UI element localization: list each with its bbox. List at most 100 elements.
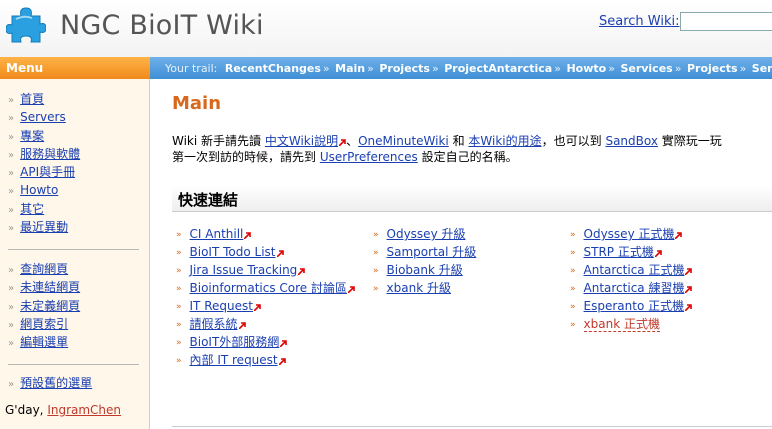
- sidebar-link[interactable]: Servers: [20, 110, 66, 124]
- list-item: » CI Anthill: [176, 225, 355, 243]
- sidebar-item: » 其它: [8, 200, 80, 218]
- breadcrumb-trail: Your trail: RecentChanges » Main » Project…: [150, 57, 772, 79]
- quick-links-column-3: » Odyssey 正式機 » STRP 正式機 » Antarctica 正式機 »…: [570, 225, 693, 333]
- intro-text: 設定自己的名稱。: [417, 150, 518, 164]
- bullet-icon: »: [8, 301, 15, 313]
- bullet-icon: »: [8, 186, 15, 198]
- sidebar-item: » 首頁: [8, 90, 80, 108]
- trail-label: Your trail:: [165, 62, 218, 75]
- intro-text: 、: [346, 134, 359, 148]
- sidebar-link[interactable]: 服務與軟體: [20, 147, 80, 161]
- search-input[interactable]: [680, 12, 772, 31]
- bullet-icon: »: [8, 379, 15, 390]
- header: NGC BioIT Wiki Search Wiki:: [0, 0, 772, 57]
- external-link-icon: [675, 232, 683, 239]
- trail-item[interactable]: Howto: [566, 62, 606, 75]
- missing-page-link[interactable]: xbank 正式機: [583, 317, 660, 332]
- bullet-icon: »: [8, 95, 15, 106]
- quick-link[interactable]: Odyssey 升級: [387, 227, 466, 241]
- quick-link[interactable]: BioIT Todo List: [190, 245, 276, 259]
- list-item: » Esperanto 正式機: [570, 297, 692, 315]
- quick-link[interactable]: 內部 IT request: [190, 353, 278, 367]
- external-link-icon: [280, 340, 288, 347]
- quick-link[interactable]: 請假系統: [190, 317, 238, 331]
- trail-item[interactable]: Projects: [379, 62, 430, 75]
- quick-link[interactable]: Biobank 升級: [387, 263, 463, 277]
- quick-link[interactable]: STRP 正式機: [584, 245, 654, 259]
- trail-separator: »: [674, 62, 682, 75]
- external-link-icon: [278, 358, 286, 365]
- quick-link[interactable]: CI Anthill: [190, 227, 244, 241]
- trail-separator: »: [431, 62, 439, 75]
- trail-separator: »: [739, 62, 747, 75]
- bullet-icon: »: [373, 230, 379, 240]
- external-link-icon: [339, 139, 346, 146]
- quick-link[interactable]: Esperanto 正式機: [584, 299, 685, 313]
- intro-link[interactable]: 本Wiki的用途: [468, 134, 541, 148]
- quick-link[interactable]: Bioinformatics Core 討論區: [190, 281, 347, 295]
- quick-links-column-1: » CI Anthill » BioIT Todo List » Jira Issue…: [176, 225, 355, 369]
- sidebar-link[interactable]: API與手冊: [20, 165, 75, 179]
- trail-item[interactable]: ProjectAntarctica: [444, 62, 552, 75]
- list-item: » Odyssey 正式機: [570, 225, 692, 243]
- sidebar-link[interactable]: 網頁索引: [20, 317, 68, 331]
- bullet-icon: »: [8, 113, 15, 125]
- trail-separator: »: [554, 62, 561, 75]
- sidebar-item: » Servers: [8, 108, 80, 126]
- intro-link[interactable]: UserPreferences: [320, 150, 418, 164]
- sidebar-divider: [8, 249, 139, 250]
- bullet-icon: »: [176, 230, 182, 240]
- sidebar-item: » 編輯選單: [8, 333, 80, 351]
- trail-item[interactable]: Projects: [687, 62, 738, 75]
- external-link-icon: [654, 250, 662, 257]
- trail-item[interactable]: Servers: [752, 62, 772, 75]
- sidebar-link[interactable]: 最近異動: [20, 220, 68, 234]
- list-item: » xbank 正式機: [570, 315, 692, 333]
- bullet-icon: »: [570, 248, 576, 258]
- user-link[interactable]: IngramChen: [47, 403, 121, 417]
- sidebar-link[interactable]: 查詢網頁: [20, 262, 68, 276]
- external-link-icon: [685, 286, 693, 293]
- sidebar-item: » 預設舊的選單: [8, 374, 92, 392]
- intro-link[interactable]: OneMinuteWiki: [358, 134, 449, 148]
- menu-title: Menu: [0, 57, 150, 79]
- sidebar-item: » 未定義網頁: [8, 297, 80, 315]
- puzzle-logo-icon[interactable]: [5, 4, 47, 46]
- sidebar-link[interactable]: 未定義網頁: [20, 299, 80, 313]
- sidebar-item: » Howto: [8, 181, 80, 199]
- bullet-icon: »: [570, 266, 576, 276]
- quick-link[interactable]: Antarctica 正式機: [584, 263, 685, 277]
- trail-item[interactable]: Main: [335, 62, 365, 75]
- quick-links-heading: 快速連結: [172, 186, 772, 212]
- quick-link[interactable]: Antarctica 練習機: [584, 281, 685, 295]
- sidebar-extra: » 預設舊的選單: [8, 374, 92, 392]
- sidebar-link[interactable]: 專案: [20, 129, 44, 143]
- sidebar-link[interactable]: 其它: [20, 202, 44, 216]
- intro-link[interactable]: 中文Wiki說明: [265, 134, 338, 148]
- sidebar-link[interactable]: 編輯選單: [20, 335, 68, 349]
- quick-link[interactable]: Odyssey 正式機: [584, 227, 675, 241]
- sidebar-item: » 最近異動: [8, 218, 80, 236]
- sidebar-link[interactable]: 未連結網頁: [20, 280, 80, 294]
- bullet-icon: »: [8, 338, 15, 350]
- search-wiki-link[interactable]: Search Wiki:: [599, 14, 680, 29]
- site-title[interactable]: NGC BioIT Wiki: [60, 10, 264, 41]
- trail-item[interactable]: Services: [620, 62, 672, 75]
- quick-link[interactable]: Samportal 升級: [387, 245, 477, 259]
- external-link-icon: [348, 286, 355, 293]
- sidebar-link[interactable]: 首頁: [20, 92, 44, 106]
- trail-separator: »: [608, 62, 615, 75]
- trail-item[interactable]: RecentChanges: [225, 62, 321, 75]
- bullet-icon: »: [176, 356, 182, 366]
- quick-link[interactable]: BioIT外部服務網: [190, 335, 280, 349]
- bullet-icon: »: [570, 302, 576, 312]
- sidebar-link[interactable]: 預設舊的選單: [20, 376, 92, 390]
- list-item: » IT Request: [176, 297, 355, 315]
- bullet-icon: »: [8, 131, 15, 143]
- intro-link[interactable]: SandBox: [605, 134, 658, 148]
- quick-link[interactable]: Jira Issue Tracking: [190, 263, 298, 277]
- quick-link[interactable]: xbank 升級: [387, 281, 451, 295]
- sidebar-link[interactable]: Howto: [20, 183, 58, 197]
- external-link-icon: [244, 232, 252, 239]
- quick-link[interactable]: IT Request: [190, 299, 253, 313]
